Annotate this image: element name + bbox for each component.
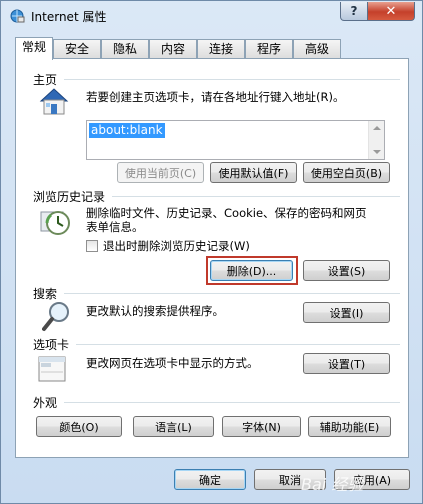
home-divider [64, 79, 400, 80]
tabs-settings-button[interactable]: 设置(T) [303, 353, 390, 374]
tabs-window-icon [38, 356, 66, 382]
tabs-description: 更改网页在选项卡中显示的方式。 [86, 356, 259, 370]
tab-connections[interactable]: 连接 [197, 39, 245, 59]
use-current-button[interactable]: 使用当前页(C) [117, 162, 204, 183]
history-description-line1: 删除临时文件、历史记录、Cookie、保存的密码和网页 [86, 206, 367, 220]
house-icon [39, 88, 69, 115]
tab-security[interactable]: 安全 [53, 39, 101, 59]
search-description: 更改默认的搜索提供程序。 [86, 304, 224, 318]
languages-button[interactable]: 语言(L) [133, 416, 214, 437]
internet-options-window: Internet 属性 ? ✕ 常规 安全 隐私 内容 连接 程序 高级 主页 … [0, 0, 423, 504]
title-bar[interactable]: Internet 属性 ? ✕ [1, 1, 422, 31]
search-settings-button[interactable]: 设置(I) [303, 302, 390, 323]
scroll-up-icon [373, 126, 381, 130]
home-address-value: about:blank [89, 123, 165, 138]
home-description: 若要创建主页选项卡，请在各地址行键入地址(R)。 [86, 90, 345, 104]
delete-on-exit-checkbox[interactable] [86, 240, 98, 252]
tabs-group-label: 选项卡 [33, 338, 70, 352]
accessibility-button[interactable]: 辅助功能(E) [308, 416, 391, 437]
address-scrollbar[interactable] [368, 121, 384, 159]
delete-on-exit-label[interactable]: 退出时删除浏览历史记录(W) [103, 239, 250, 253]
general-tab-panel: 主页 若要创建主页选项卡，请在各地址行键入地址(R)。 about:blank … [15, 58, 409, 458]
use-default-button[interactable]: 使用默认值(F) [210, 162, 297, 183]
tabs-divider [76, 344, 400, 345]
tab-content[interactable]: 内容 [149, 39, 197, 59]
delete-history-button[interactable]: 删除(D)... [210, 260, 293, 281]
history-settings-button[interactable]: 设置(S) [303, 260, 390, 281]
tab-advanced[interactable]: 高级 [293, 39, 341, 59]
search-divider [64, 293, 400, 294]
tab-privacy[interactable]: 隐私 [101, 39, 149, 59]
appearance-group-label: 外观 [33, 396, 58, 410]
history-description-line2: 表单信息。 [86, 220, 144, 234]
history-divider [112, 196, 400, 197]
fonts-button[interactable]: 字体(N) [222, 416, 301, 437]
close-button[interactable]: ✕ [367, 2, 415, 21]
help-button[interactable]: ? [340, 2, 368, 21]
home-address-input[interactable]: about:blank [86, 120, 385, 160]
appearance-divider [64, 402, 400, 403]
history-group-label: 浏览历史记录 [33, 190, 106, 204]
close-icon: ✕ [385, 3, 397, 19]
internet-options-icon [10, 9, 25, 23]
question-icon: ? [350, 4, 358, 18]
search-icon [42, 302, 69, 331]
scroll-down-icon [373, 150, 381, 154]
watermark: Bai 经验 [301, 475, 364, 494]
colors-button[interactable]: 颜色(O) [36, 416, 122, 437]
use-blank-button[interactable]: 使用空白页(B) [303, 162, 390, 183]
tab-programs[interactable]: 程序 [245, 39, 293, 59]
ok-button[interactable]: 确定 [174, 469, 246, 490]
window-title: Internet 属性 [31, 10, 107, 24]
tab-general[interactable]: 常规 [15, 37, 53, 60]
history-clock-icon [40, 211, 70, 235]
